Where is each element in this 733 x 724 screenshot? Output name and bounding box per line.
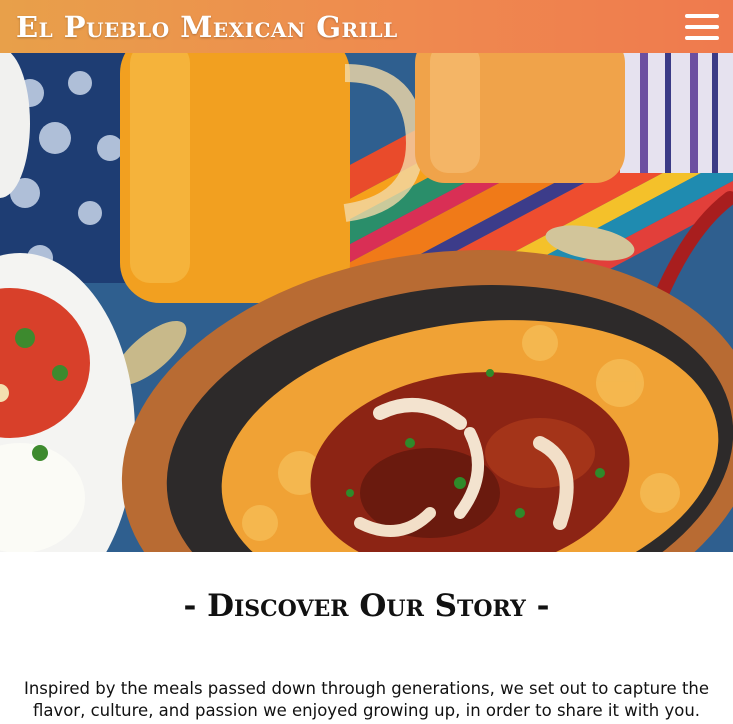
hamburger-menu-icon[interactable] <box>685 13 719 40</box>
hero-illustration <box>0 53 733 552</box>
menu-bar <box>685 13 719 18</box>
site-header: El Pueblo Mexican Grill <box>0 0 733 53</box>
menu-bar <box>685 35 719 40</box>
menu-bar <box>685 24 719 29</box>
brand-logo-text[interactable]: El Pueblo Mexican Grill <box>16 10 398 44</box>
hero-food-image <box>0 53 733 552</box>
story-paragraph: Inspired by the meals passed down throug… <box>23 679 710 720</box>
story-heading: - Discover Our Story - <box>183 588 550 624</box>
